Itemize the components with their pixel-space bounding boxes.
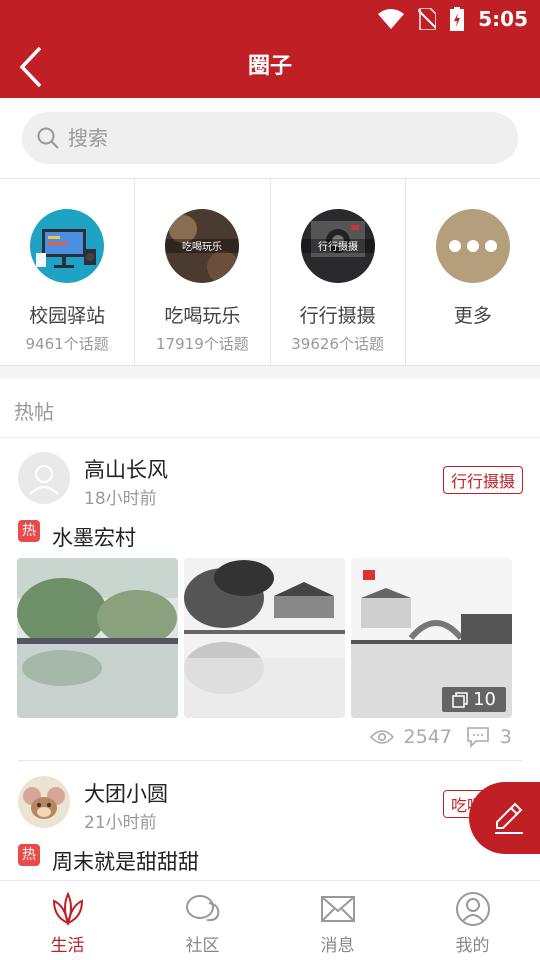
tab-profile[interactable]: 我的 — [405, 881, 540, 960]
more-dots-icon — [435, 209, 510, 283]
user-icon — [455, 892, 490, 926]
battery-charging-icon — [450, 7, 465, 31]
category-name: 行行摄摄 — [299, 305, 376, 327]
food-icon: 吃喝玩乐 — [165, 209, 240, 283]
view-count: 2547 — [403, 726, 452, 748]
search-input[interactable] — [68, 112, 488, 164]
avatar[interactable] — [18, 452, 70, 504]
status-bar: 5:05 — [378, 6, 528, 32]
post-tag[interactable]: 行行摄摄 — [442, 466, 523, 494]
category-name: 更多 — [453, 305, 492, 327]
image-count: 10 — [473, 689, 496, 710]
comment-count: 3 — [499, 726, 512, 748]
pencil-icon — [495, 802, 523, 834]
page-title: 圈子 — [247, 54, 292, 79]
search-bar[interactable] — [22, 112, 518, 164]
bottom-tab-bar: 生活 社区 消息 我的 — [0, 880, 540, 960]
images-icon — [452, 691, 468, 708]
post-stats: 2547 3 — [369, 726, 512, 748]
category-campus[interactable]: 校园驿站 9461个话题 — [0, 179, 136, 365]
hot-badge: 热 — [18, 520, 40, 542]
chat-bubbles-icon — [185, 895, 219, 922]
category-name: 校园驿站 — [29, 305, 106, 327]
post-author[interactable]: 大团小圆 — [84, 778, 168, 808]
food-overlay-text: 吃喝玩乐 — [182, 240, 222, 253]
post-time: 18小时前 — [84, 489, 157, 509]
section-title: 热帖 — [14, 400, 54, 424]
compose-button[interactable] — [469, 782, 540, 854]
status-time: 5:05 — [478, 7, 528, 31]
avatar[interactable] — [18, 776, 70, 828]
tab-community[interactable]: 社区 — [135, 881, 270, 960]
post-author[interactable]: 高山长风 — [84, 454, 168, 484]
campus-icon — [30, 209, 104, 283]
divider — [0, 437, 540, 438]
category-name: 吃喝玩乐 — [164, 305, 241, 327]
tab-life[interactable]: 生活 — [0, 881, 135, 960]
category-more[interactable]: 更多 — [406, 179, 540, 365]
category-grid: 校园驿站 9461个话题 吃喝玩乐 吃喝玩乐 17919个话题 行行摄摄 行行摄… — [0, 178, 540, 366]
category-count: 17919个话题 — [156, 335, 249, 353]
category-food[interactable]: 吃喝玩乐 吃喝玩乐 17919个话题 — [135, 179, 271, 365]
section-gap — [0, 366, 540, 378]
post-image[interactable] — [17, 558, 178, 718]
image-count-badge: 10 — [442, 687, 506, 712]
post-image[interactable] — [184, 558, 345, 718]
hot-badge: 热 — [18, 844, 40, 866]
app-header: 5:05 圈子 — [0, 0, 540, 98]
category-count: 39626个话题 — [291, 335, 384, 353]
divider — [18, 760, 522, 761]
photo-icon: 行行摄摄 — [300, 209, 375, 283]
post-time: 21小时前 — [84, 813, 157, 833]
category-count: 9461个话题 — [25, 335, 109, 353]
tab-label: 消息 — [320, 936, 355, 956]
post-title[interactable]: 水墨宏村 — [52, 522, 136, 552]
leaf-icon — [52, 891, 83, 926]
tab-label: 生活 — [50, 936, 85, 956]
envelope-icon — [320, 896, 355, 922]
eye-icon — [369, 730, 394, 744]
wifi-icon — [378, 9, 405, 29]
search-icon — [37, 127, 59, 149]
no-sim-icon — [418, 8, 437, 30]
tab-messages[interactable]: 消息 — [270, 881, 405, 960]
tab-label: 社区 — [185, 936, 220, 956]
comment-icon[interactable] — [466, 726, 490, 748]
post-title[interactable]: 周末就是甜甜甜 — [52, 846, 199, 876]
post-image[interactable]: 10 — [351, 558, 512, 718]
photo-overlay-text: 行行摄摄 — [318, 240, 358, 253]
category-photo[interactable]: 行行摄摄 行行摄摄 39626个话题 — [271, 179, 406, 365]
tab-label: 我的 — [455, 936, 490, 956]
